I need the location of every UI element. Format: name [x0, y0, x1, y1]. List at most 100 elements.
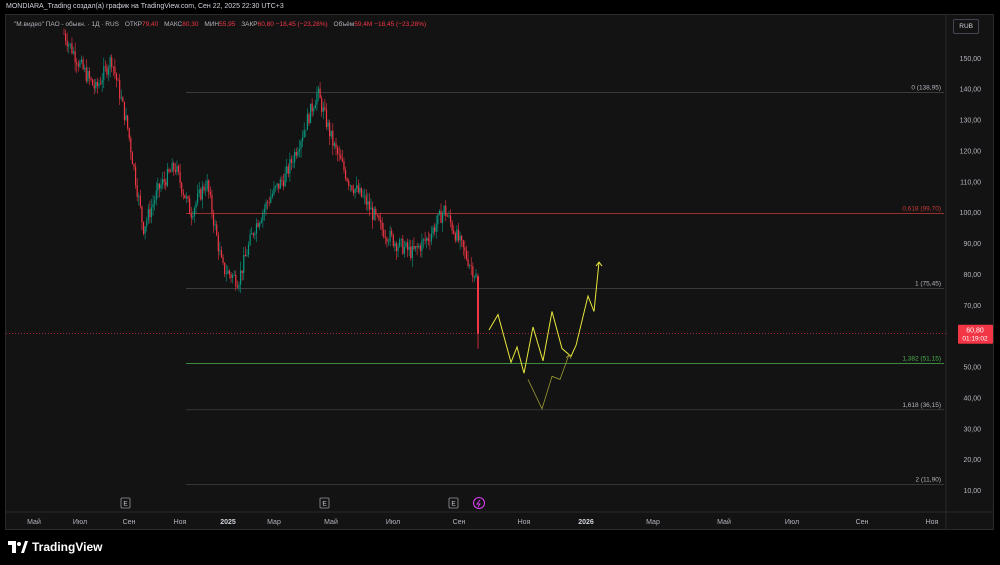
candle-body [352, 189, 355, 194]
candle-body [72, 51, 75, 54]
candle-body [282, 181, 285, 187]
candle-body [422, 239, 425, 241]
candle-body [101, 80, 103, 84]
candle-body [356, 185, 358, 189]
candle-body [185, 196, 188, 199]
volume-change: −18,45 (−23,28%) [374, 21, 427, 28]
candle-body [378, 215, 380, 221]
x-tick-label: Июл [386, 519, 400, 526]
candle-body [290, 159, 293, 163]
candle-body [441, 213, 444, 223]
candle-body [470, 265, 472, 267]
candle-body [456, 229, 458, 241]
candle-body [449, 215, 452, 223]
candle-body [177, 166, 180, 172]
y-tick-label: 50,00 [963, 365, 981, 372]
candle-body [440, 210, 442, 223]
candle-body [292, 162, 294, 164]
candle-body [300, 141, 302, 149]
x-tick-label: 2026 [578, 519, 594, 526]
candle-body [233, 274, 235, 276]
x-tick-label: Сен [453, 519, 466, 526]
candle-body [392, 234, 394, 247]
candle-body [424, 239, 426, 241]
candle-body [389, 230, 391, 242]
price-chart[interactable]: 10,0020,0030,0040,0050,0060,0070,0080,00… [6, 15, 993, 529]
candle-body [208, 180, 210, 193]
candle-body [134, 166, 137, 186]
x-tick-label: Сен [856, 519, 869, 526]
candle-body [469, 265, 471, 267]
candle-body [445, 205, 447, 217]
candle-body [162, 179, 164, 185]
candle-body [90, 77, 92, 80]
candle-body [165, 181, 167, 186]
candle-body [281, 179, 283, 182]
candle-body [235, 274, 237, 287]
candle-body [77, 64, 79, 67]
candle-body [289, 159, 291, 174]
candle-body [130, 138, 132, 153]
candle-body [453, 230, 455, 234]
candle-body [150, 207, 153, 218]
candle-body [397, 246, 399, 251]
chart-area[interactable]: 10,0020,0030,0040,0050,0060,0070,0080,00… [5, 14, 994, 530]
tradingview-logo[interactable]: TradingView [8, 540, 102, 554]
candle-body [308, 114, 310, 124]
candle-body [297, 151, 299, 156]
candle-body [414, 246, 417, 249]
candle-body [271, 194, 273, 197]
candle-body [74, 51, 76, 63]
candle-body [384, 237, 386, 239]
candle-body [142, 222, 145, 234]
volume-value: 59,4M [354, 21, 373, 28]
candle-body [222, 257, 224, 263]
candle-body [238, 284, 240, 288]
y-tick-label: 100,00 [960, 210, 982, 217]
candle-body [249, 234, 251, 245]
candle-body [335, 143, 337, 148]
candle-body [362, 195, 364, 197]
fib-level-label: 1,382 (51,15) [902, 356, 941, 363]
candle-body [203, 186, 205, 191]
attribution-bar: MONDIARA_Trading создал(а) график на Tra… [0, 0, 1000, 14]
candle-body [381, 222, 383, 230]
candle-body [251, 233, 253, 235]
candle-body [286, 166, 288, 174]
y-tick-label: 20,00 [963, 457, 981, 464]
candle-body [344, 170, 347, 179]
candle-body [427, 238, 429, 241]
y-tick-label: 10,00 [963, 488, 981, 495]
candle-body [411, 246, 413, 258]
candle-body [79, 61, 81, 67]
candle-body [472, 266, 474, 278]
candle-body [128, 127, 130, 139]
candle-body [103, 66, 105, 81]
candle-body [260, 220, 262, 223]
candle-body [262, 212, 264, 221]
candle-body [386, 238, 388, 242]
candle-body [176, 166, 178, 172]
candle-body [314, 104, 316, 109]
candle-body [200, 189, 202, 200]
currency-button[interactable]: RUB [953, 19, 979, 34]
open-value: 79,40 [141, 21, 159, 28]
candle-body [127, 115, 129, 128]
candle-body [181, 182, 183, 193]
x-tick-label: Мар [267, 519, 281, 526]
candle-body [64, 33, 67, 41]
candle-body [357, 185, 359, 193]
fib-level-label: 1 (75,45) [915, 281, 941, 288]
candle-body [365, 195, 367, 205]
candle-body [432, 227, 434, 234]
earnings-marker-label: E [123, 501, 128, 508]
candle-body [406, 242, 409, 250]
candle-body [316, 93, 318, 105]
candle-body [152, 203, 154, 208]
candle-body [451, 222, 453, 231]
candle-body [254, 233, 256, 235]
candle-body [182, 192, 184, 195]
candle-body [87, 71, 89, 82]
candle-body [273, 187, 275, 195]
candle-body [66, 40, 68, 47]
